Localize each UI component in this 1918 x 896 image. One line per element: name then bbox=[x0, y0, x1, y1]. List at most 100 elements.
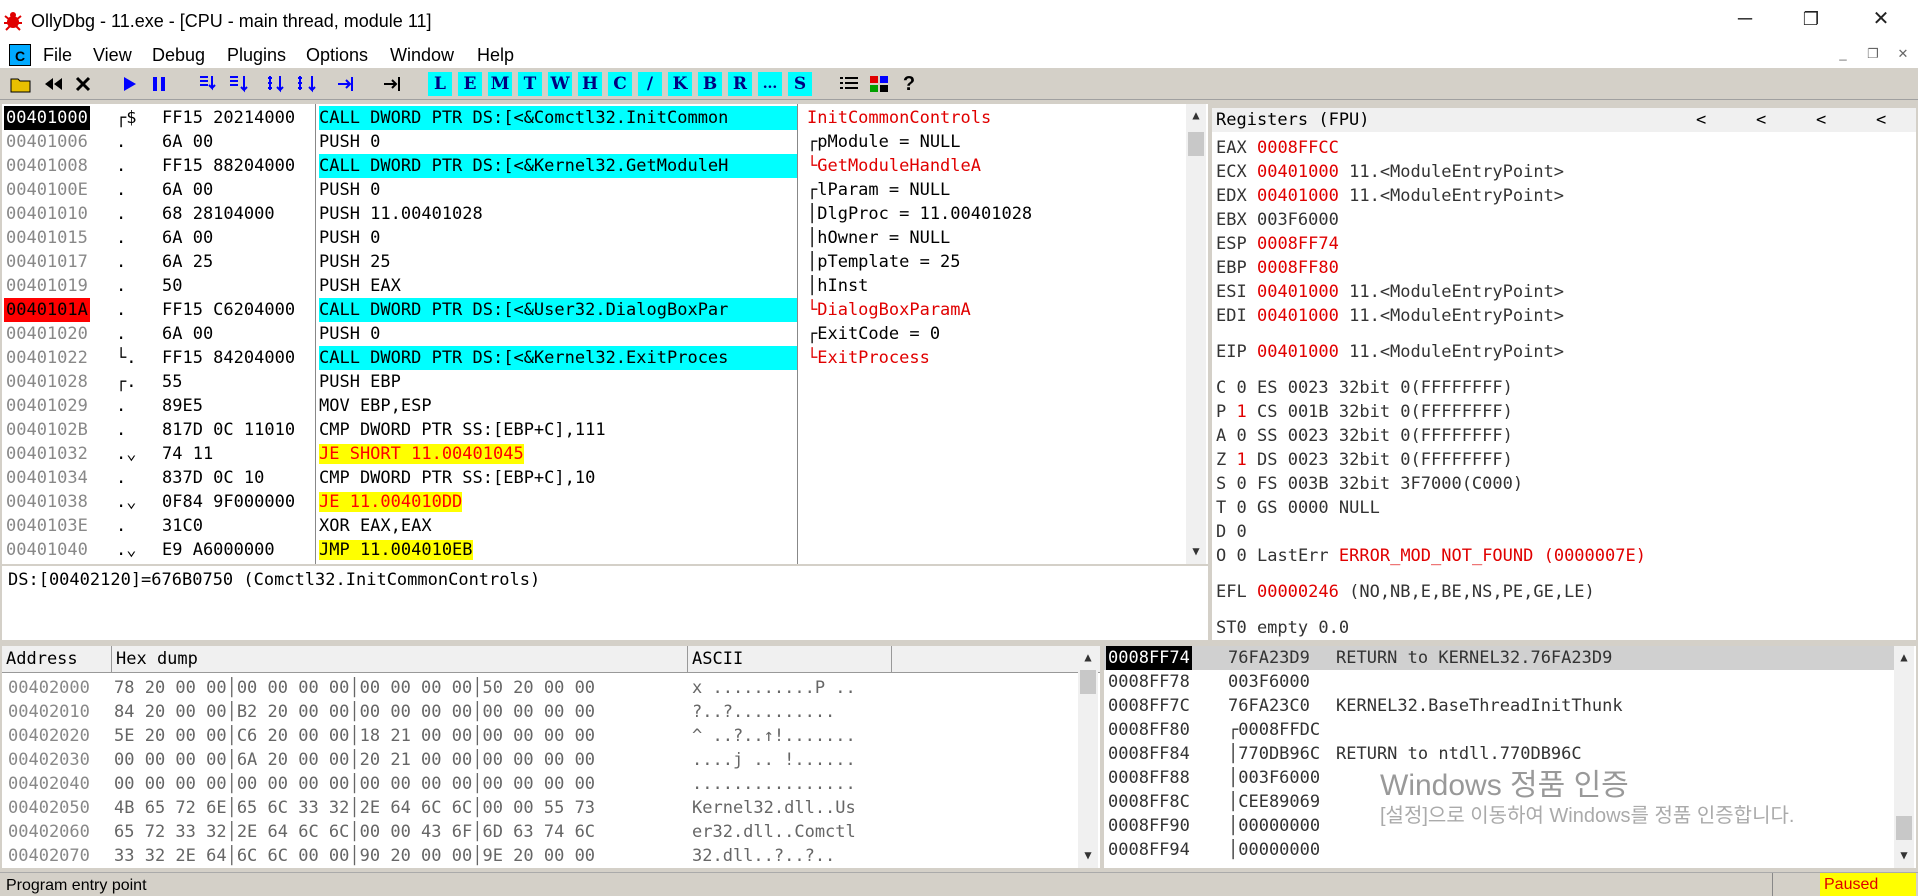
disasm-row[interactable]: 00401000 ┌$ FF15 20214000 CALL DWORD PTR DS… bbox=[2, 106, 1192, 130]
mdi-restore-button[interactable]: ❐ bbox=[1862, 44, 1884, 64]
cpu-window-button[interactable]: C bbox=[608, 72, 632, 96]
register-value[interactable]: 00401000 bbox=[1257, 162, 1339, 182]
disassembly-scrollbar[interactable]: ▲ ▼ bbox=[1186, 104, 1206, 564]
disasm-row[interactable]: 00401034. 837D 0C 10 CMP DWORD PTR SS:[EBP… bbox=[2, 466, 1192, 490]
scroll-down-icon[interactable]: ▼ bbox=[1186, 544, 1206, 558]
source-window-button[interactable]: S bbox=[788, 72, 812, 96]
column-hex-dump[interactable]: Hex dump bbox=[112, 646, 688, 672]
dump-scrollbar[interactable]: ▲ ▼ bbox=[1078, 646, 1098, 868]
run-trace-window-button[interactable]: ... bbox=[758, 72, 782, 96]
menu-view[interactable]: View bbox=[93, 45, 132, 66]
nav-left-icon[interactable]: < bbox=[1756, 110, 1766, 130]
stack-row[interactable]: 0008FF7C 76FA23C0 KERNEL32.BaseThreadInitT… bbox=[1104, 694, 1894, 718]
step-into-icon[interactable] bbox=[196, 71, 222, 97]
flag-value[interactable]: 1 bbox=[1237, 450, 1247, 470]
mdi-minimize-button[interactable]: _ bbox=[1832, 44, 1854, 64]
restart-icon[interactable] bbox=[40, 71, 66, 97]
registers-pane[interactable]: Registers (FPU) < < < < EAX 0008FFCC ECX… bbox=[1212, 108, 1916, 640]
flag-s[interactable]: S 0 FS 003B 32bit 3F7000(C000) bbox=[1216, 472, 1523, 496]
scroll-down-icon[interactable]: ▼ bbox=[1894, 848, 1914, 862]
open-icon[interactable] bbox=[8, 71, 34, 97]
disasm-row[interactable]: 00401008. FF15 88204000 CALL DWORD PTR DS:… bbox=[2, 154, 1192, 178]
disasm-row[interactable]: 0040102B. 817D 0C 11010 CMP DWORD PTR SS:[… bbox=[2, 418, 1192, 442]
scroll-down-icon[interactable]: ▼ bbox=[1078, 848, 1098, 862]
flag-z[interactable]: Z 1 DS 0023 32bit 0(FFFFFFFF) bbox=[1216, 448, 1513, 472]
menu-help[interactable]: Help bbox=[477, 45, 514, 66]
windows-window-button[interactable]: W bbox=[548, 72, 572, 96]
menu-file[interactable]: File bbox=[43, 45, 72, 66]
go-to-icon[interactable] bbox=[380, 71, 406, 97]
register-value[interactable]: 00401000 bbox=[1257, 306, 1339, 326]
register-value[interactable]: 00000246 bbox=[1257, 582, 1339, 602]
threads-window-button[interactable]: T bbox=[518, 72, 542, 96]
close-button[interactable]: ✕ bbox=[1858, 4, 1904, 34]
disasm-row[interactable]: 00401028 ┌. 55 PUSH EBP bbox=[2, 370, 1192, 394]
flag-o[interactable]: O 0 LastErr ERROR_MOD_NOT_FOUND (0000007… bbox=[1216, 544, 1646, 568]
appearance-icon[interactable] bbox=[866, 71, 892, 97]
stack-pane[interactable]: 0008FF74 76FA23D9 RETURN to KERNEL32.76FA2… bbox=[1104, 646, 1916, 868]
close-program-icon[interactable] bbox=[70, 71, 96, 97]
flag-value[interactable]: 0 bbox=[1237, 474, 1247, 494]
disasm-row[interactable]: 00401015. 6A 00 PUSH 0 │hOwner = NULL bbox=[2, 226, 1192, 250]
register-ebp[interactable]: EBP 0008FF80 bbox=[1216, 256, 1339, 280]
nav-left-icon[interactable]: < bbox=[1876, 110, 1886, 130]
disasm-row[interactable]: 0040101A. FF15 C6204000 CALL DWORD PTR DS:… bbox=[2, 298, 1192, 322]
step-over-icon[interactable] bbox=[226, 71, 252, 97]
scroll-up-icon[interactable]: ▲ bbox=[1186, 108, 1206, 122]
flag-value[interactable]: 0 bbox=[1237, 546, 1247, 566]
fpu-st0[interactable]: ST0 empty 0.0 bbox=[1216, 616, 1349, 640]
flag-t[interactable]: T 0 GS 0000 NULL bbox=[1216, 496, 1380, 520]
help-button[interactable]: ? bbox=[896, 71, 922, 97]
flag-a[interactable]: A 0 SS 0023 32bit 0(FFFFFFFF) bbox=[1216, 424, 1513, 448]
call-stack-window-button[interactable]: K bbox=[668, 72, 692, 96]
disasm-row[interactable]: 0040100E. 6A 00 PUSH 0 ┌lParam = NULL bbox=[2, 178, 1192, 202]
flag-value[interactable]: 0 bbox=[1237, 522, 1247, 542]
restore-button[interactable]: ❐ bbox=[1788, 4, 1834, 34]
memory-window-button[interactable]: M bbox=[488, 72, 512, 96]
stack-row[interactable]: 0008FF78 003F6000 bbox=[1104, 670, 1894, 694]
register-edi[interactable]: EDI 00401000 11.<ModuleEntryPoint> bbox=[1216, 304, 1564, 328]
flag-value[interactable]: 0 bbox=[1237, 426, 1247, 446]
minimize-button[interactable]: ─ bbox=[1722, 4, 1768, 34]
register-ecx[interactable]: ECX 00401000 11.<ModuleEntryPoint> bbox=[1216, 160, 1564, 184]
flag-p[interactable]: P 1 CS 001B 32bit 0(FFFFFFFF) bbox=[1216, 400, 1513, 424]
disasm-row[interactable]: 00401006. 6A 00 PUSH 0 ┌pModule = NULL bbox=[2, 130, 1192, 154]
disasm-row[interactable]: 00401029. 89E5 MOV EBP,ESP bbox=[2, 394, 1192, 418]
register-ebx[interactable]: EBX 003F6000 bbox=[1216, 208, 1339, 232]
menu-plugins[interactable]: Plugins bbox=[227, 45, 286, 66]
disasm-row[interactable]: 0040103E. 31C0 XOR EAX,EAX bbox=[2, 514, 1192, 538]
flag-value[interactable]: 0 bbox=[1237, 378, 1247, 398]
flag-c[interactable]: C 0 ES 0023 32bit 0(FFFFFFFF) bbox=[1216, 376, 1513, 400]
register-value[interactable]: 0008FF74 bbox=[1257, 234, 1339, 254]
scroll-thumb[interactable] bbox=[1896, 816, 1912, 840]
scroll-up-icon[interactable]: ▲ bbox=[1078, 650, 1098, 664]
trace-into-icon[interactable] bbox=[264, 71, 290, 97]
registers-header[interactable]: Registers (FPU) < < < < bbox=[1212, 108, 1916, 132]
patches-window-button[interactable]: / bbox=[638, 72, 662, 96]
cpu-window-icon[interactable]: C bbox=[9, 44, 31, 66]
scroll-thumb[interactable] bbox=[1188, 132, 1204, 156]
nav-left-icon[interactable]: < bbox=[1816, 110, 1826, 130]
flag-value[interactable]: 0 bbox=[1237, 498, 1247, 518]
flag-d[interactable]: D 0 bbox=[1216, 520, 1247, 544]
nav-left-icon[interactable]: < bbox=[1696, 110, 1706, 130]
disasm-row[interactable]: 00401010. 68 28104000 PUSH 11.00401028 │Dlg… bbox=[2, 202, 1192, 226]
disasm-row[interactable]: 00401040 .⌄ E9 A6000000 JMP 11.004010EB bbox=[2, 538, 1192, 562]
mdi-close-button[interactable]: ✕ bbox=[1892, 44, 1914, 64]
menu-options[interactable]: Options bbox=[306, 45, 368, 66]
scroll-thumb[interactable] bbox=[1080, 670, 1096, 694]
disasm-row[interactable]: 00401017. 6A 25 PUSH 25 │pTemplate = 25 bbox=[2, 250, 1192, 274]
flag-value[interactable]: 1 bbox=[1237, 402, 1247, 422]
stack-row[interactable]: 0008FF74 76FA23D9 RETURN to KERNEL32.76FA2… bbox=[1104, 646, 1894, 670]
run-icon[interactable] bbox=[116, 71, 142, 97]
breakpoints-window-button[interactable]: B bbox=[698, 72, 722, 96]
disasm-row[interactable]: 00401032 .⌄ 74 11 JE SHORT 11.00401045 bbox=[2, 442, 1192, 466]
stack-row[interactable]: 0008FF80 ┌0008FFDC bbox=[1104, 718, 1894, 742]
disasm-row[interactable]: 00401020. 6A 00 PUSH 0 ┌ExitCode = 0 bbox=[2, 322, 1192, 346]
register-value[interactable]: 003F6000 bbox=[1257, 210, 1339, 230]
handles-window-button[interactable]: H bbox=[578, 72, 602, 96]
trace-over-icon[interactable] bbox=[294, 71, 320, 97]
register-value[interactable]: 00401000 bbox=[1257, 186, 1339, 206]
register-value[interactable]: 00401000 bbox=[1257, 342, 1339, 362]
register-value[interactable]: 0008FF80 bbox=[1257, 258, 1339, 278]
